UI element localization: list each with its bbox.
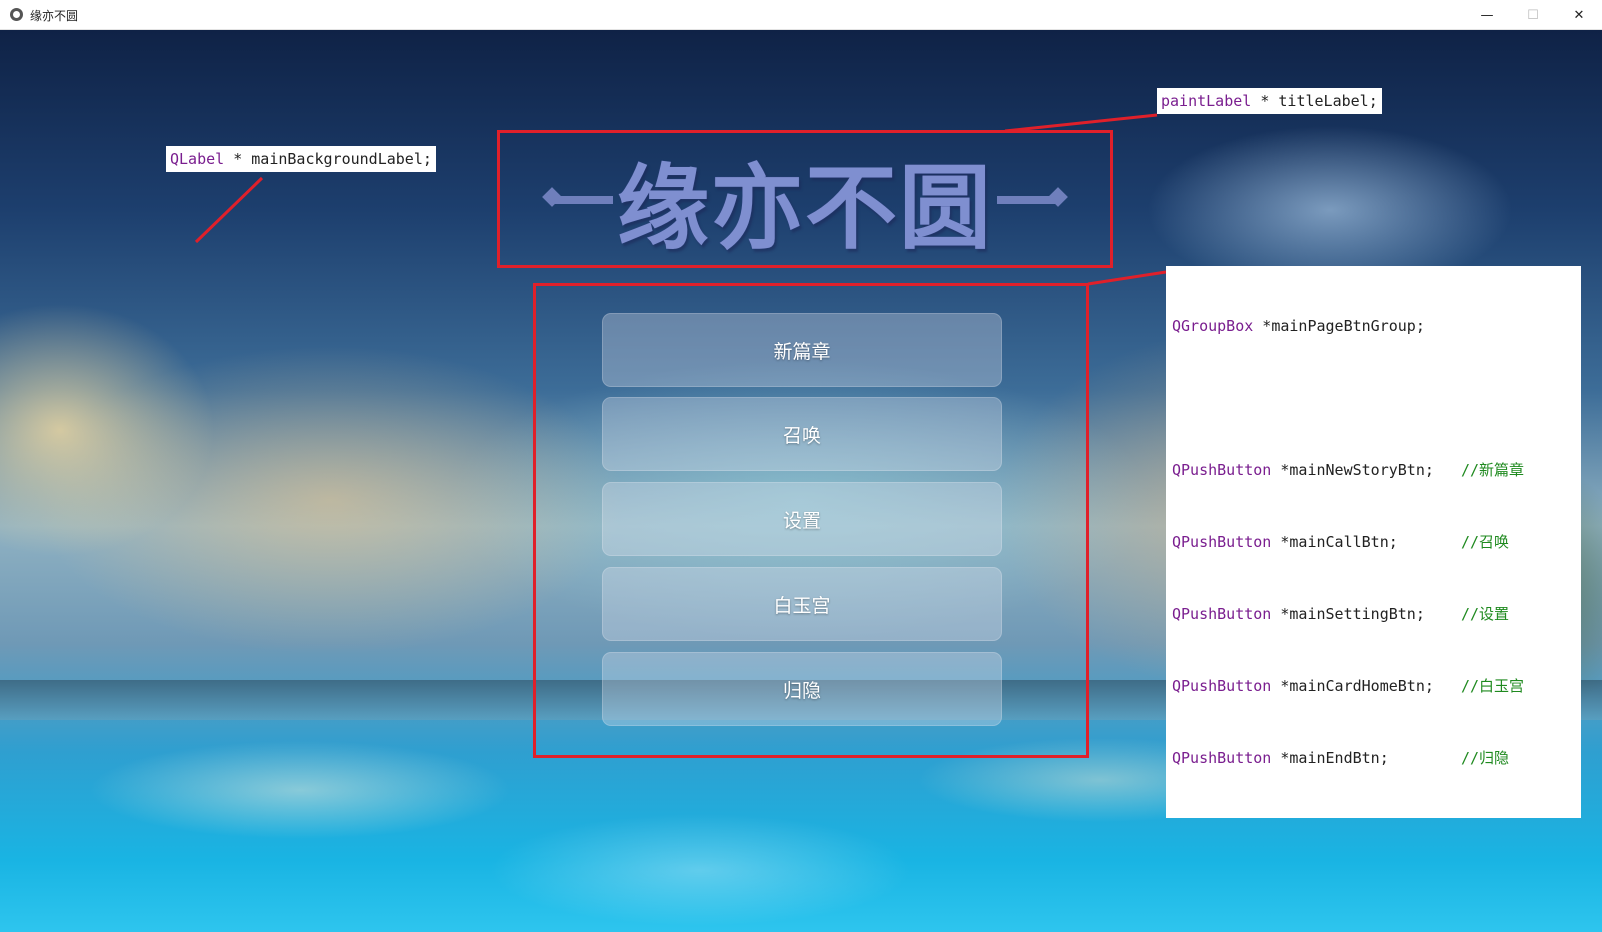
- maximize-button[interactable]: ☐: [1510, 0, 1556, 30]
- annotation-line: QPushButton *mainCardHomeBtn; //白玉宫: [1172, 674, 1575, 698]
- maximize-icon: ☐: [1527, 7, 1539, 23]
- window-title: 缘亦不圆: [30, 9, 79, 23]
- annotation-text: *mainCallBtn;: [1271, 533, 1461, 551]
- close-icon: ✕: [1573, 7, 1585, 23]
- background-label-annotation: QLabel * mainBackgroundLabel;: [166, 146, 436, 172]
- annotation-comment: //新篇章: [1461, 461, 1525, 479]
- annotation-blank-line: [1172, 386, 1575, 410]
- window-titlebar: 缘亦不圆 — ☐ ✕: [0, 0, 1602, 30]
- annotation-text: *mainCardHomeBtn;: [1271, 677, 1461, 695]
- annotation-comment: //归隐: [1461, 749, 1510, 767]
- annotation-type: QGroupBox: [1172, 317, 1254, 335]
- annotation-type: QPushButton: [1172, 605, 1272, 623]
- annotation-type: QPushButton: [1172, 461, 1272, 479]
- annotation-text: *mainNewStoryBtn;: [1271, 461, 1461, 479]
- annotation-line: QPushButton *mainSettingBtn; //设置: [1172, 602, 1575, 626]
- annotation-comment: //召唤: [1461, 533, 1510, 551]
- annotation-line: QPushButton *mainCallBtn; //召唤: [1172, 530, 1575, 554]
- annotation-text: *mainPageBtnGroup;: [1253, 317, 1425, 335]
- annotation-text: * titleLabel;: [1251, 92, 1378, 110]
- annotation-text: *mainEndBtn;: [1271, 749, 1461, 767]
- close-button[interactable]: ✕: [1556, 0, 1602, 30]
- annotation-type: QPushButton: [1172, 677, 1272, 695]
- group-pointer-line: [1087, 270, 1167, 286]
- app-icon: [10, 8, 23, 21]
- title-label-annotation: paintLabel * titleLabel;: [1157, 88, 1382, 114]
- annotation-text: *mainSettingBtn;: [1271, 605, 1461, 623]
- background-pointer-line: [194, 176, 264, 244]
- minimize-button[interactable]: —: [1464, 0, 1510, 30]
- annotation-line: QPushButton *mainNewStoryBtn; //新篇章: [1172, 458, 1575, 482]
- annotation-text: * mainBackgroundLabel;: [224, 150, 432, 168]
- button-group-annotation: QGroupBox *mainPageBtnGroup; QPushButton…: [1166, 266, 1581, 818]
- annotation-type: QLabel: [170, 150, 225, 168]
- minimize-icon: —: [1480, 7, 1494, 23]
- annotation-type: paintLabel: [1161, 92, 1252, 110]
- annotation-type: QPushButton: [1172, 749, 1272, 767]
- annotation-comment: //白玉宫: [1461, 677, 1525, 695]
- annotation-type: QPushButton: [1172, 533, 1272, 551]
- annotation-line: QGroupBox *mainPageBtnGroup;: [1172, 314, 1575, 338]
- annotation-line: QPushButton *mainEndBtn; //归隐: [1172, 746, 1575, 770]
- title-pointer-line: [1004, 113, 1158, 133]
- main-background-label: 缘亦不圆 新篇章 召唤 设置 白玉宫 归隐 QLabel * mainBackg…: [0, 30, 1602, 932]
- annotation-comment: //设置: [1461, 605, 1510, 623]
